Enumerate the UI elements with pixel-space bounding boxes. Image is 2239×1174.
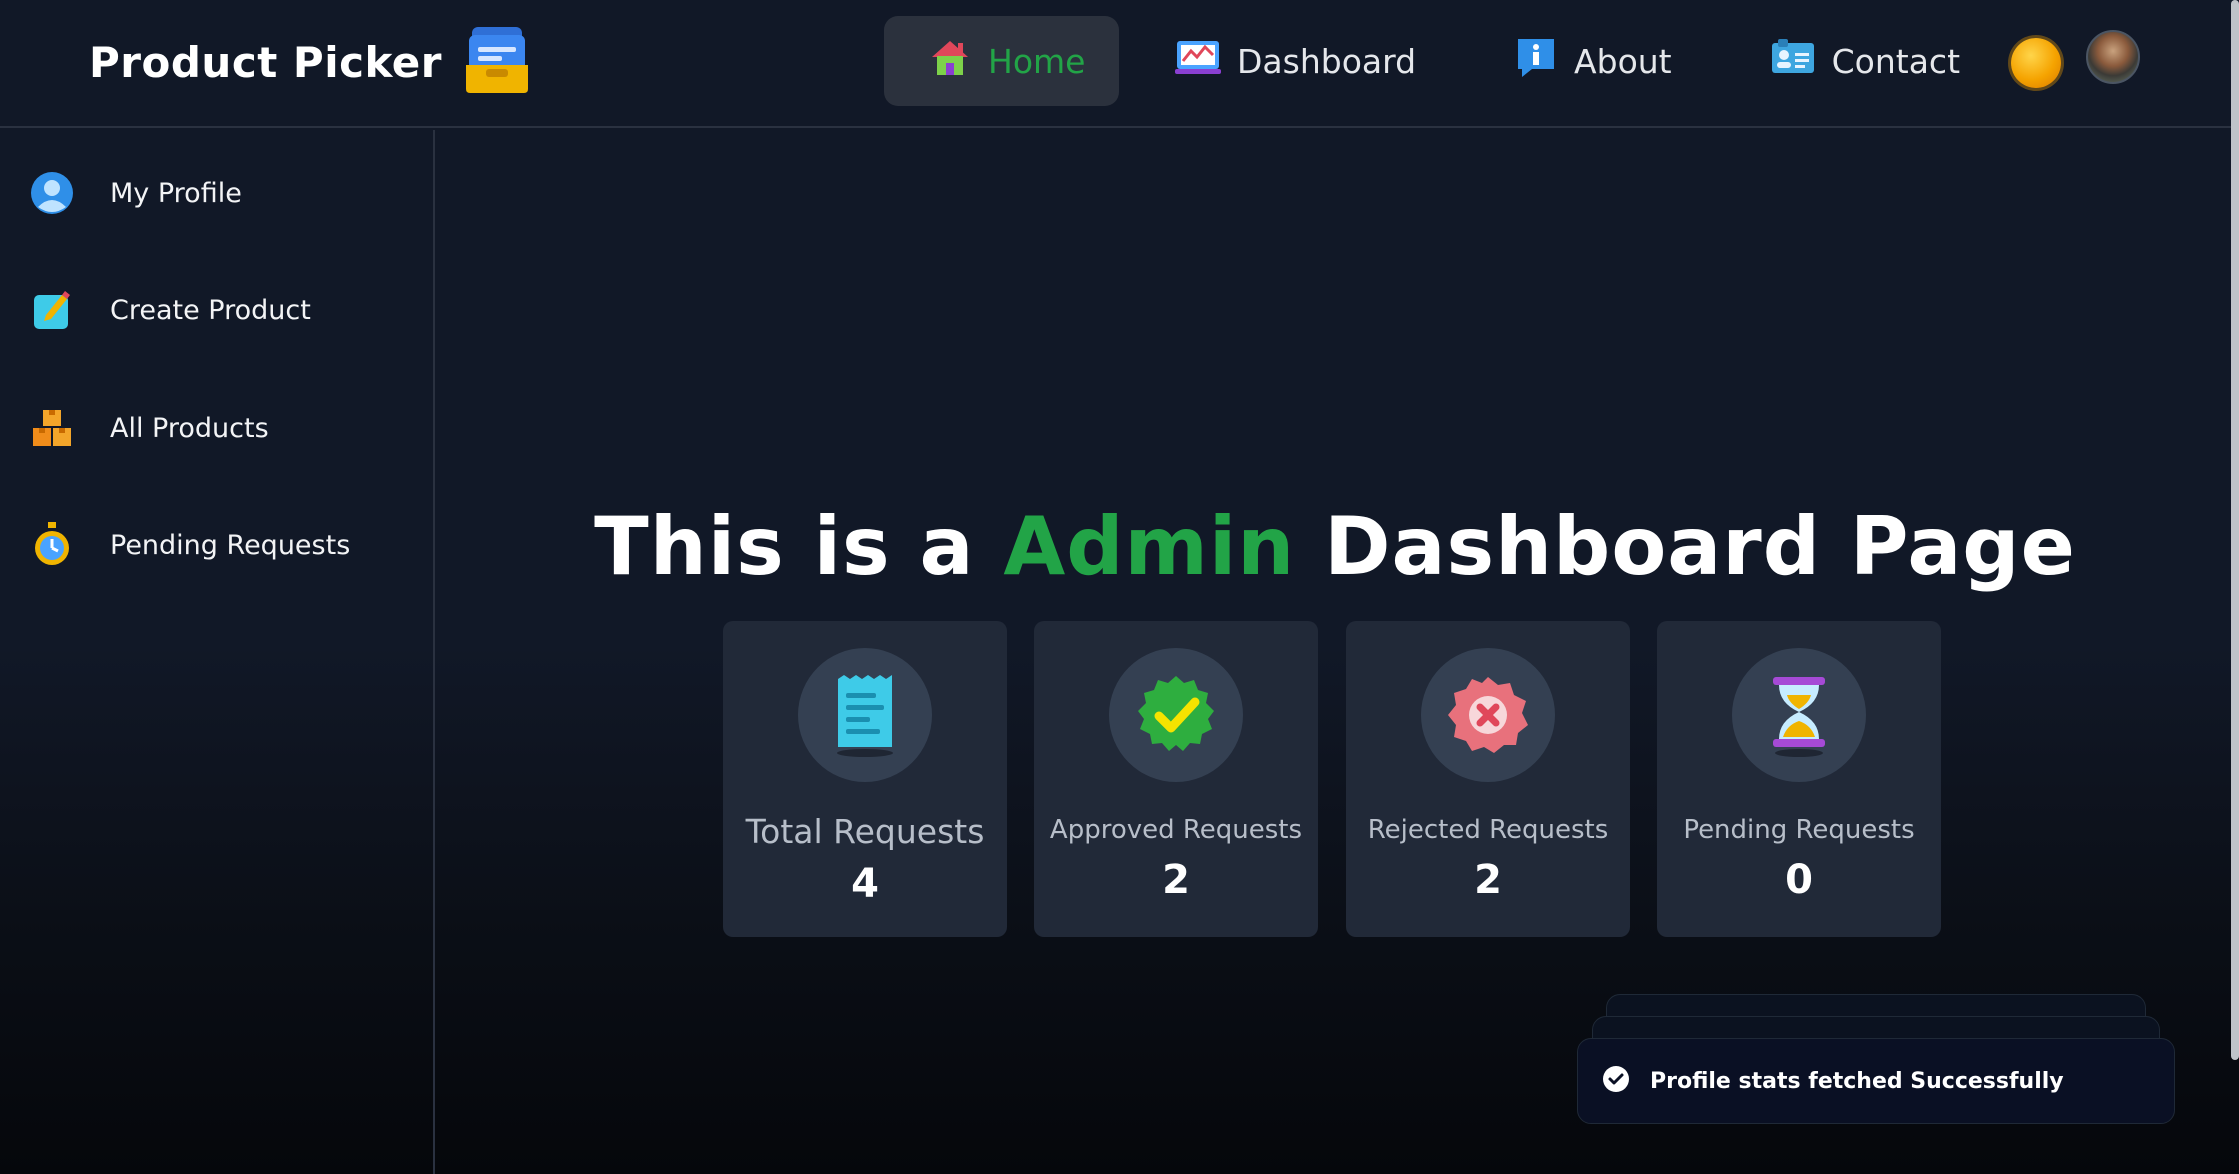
card-label: Pending Requests: [1683, 815, 1915, 845]
stat-card-total-requests: Total Requests 4: [723, 621, 1007, 937]
page-title-prefix: This is a: [594, 500, 1004, 593]
page-title-accent: Admin: [1003, 500, 1296, 593]
page-scrollbar[interactable]: [2231, 0, 2239, 1060]
info-icon: [1514, 35, 1558, 87]
house-icon: [928, 35, 972, 87]
user-icon: [30, 171, 74, 215]
card-file-box-icon: [464, 25, 530, 99]
card-value: 0: [1785, 857, 1813, 903]
main-nav: Home Dashboard About Contact: [884, 16, 2002, 106]
memo-icon: [30, 288, 74, 332]
page-title: This is a Admin Dashboard Page: [436, 500, 2234, 593]
sidebar-item-create-product[interactable]: Create Product: [30, 288, 311, 332]
check-badge-icon: [1109, 648, 1243, 782]
nav-contact[interactable]: Contact: [1726, 16, 2002, 106]
brand[interactable]: Product Picker: [89, 22, 530, 102]
card-label: Total Requests: [745, 812, 985, 851]
card-label: Approved Requests: [1049, 815, 1303, 845]
sidebar-item-my-profile[interactable]: My Profile: [30, 171, 242, 215]
stat-card-approved-requests: Approved Requests 2: [1034, 621, 1318, 937]
nav-contact-label: Contact: [1831, 41, 1961, 81]
boxes-icon: [30, 406, 74, 450]
nav-about[interactable]: About: [1470, 16, 1714, 106]
sidebar-item-label: All Products: [110, 412, 269, 444]
stat-card-rejected-requests: Rejected Requests 2: [1346, 621, 1630, 937]
nav-home-label: Home: [988, 41, 1086, 81]
sidebar-item-label: Create Product: [110, 294, 311, 326]
page-title-suffix: Dashboard Page: [1295, 500, 2076, 593]
app-root: Product Picker Home Dashboard About Cont…: [0, 0, 2239, 1174]
toast-notification[interactable]: Profile stats fetched Successfully: [1577, 1038, 2175, 1124]
nav-dashboard[interactable]: Dashboard: [1131, 16, 1458, 106]
sun-icon[interactable]: [2011, 38, 2061, 88]
nav-dashboard-label: Dashboard: [1237, 41, 1417, 81]
contact-card-icon: [1770, 37, 1816, 85]
toast-message: Profile stats fetched Successfully: [1650, 1068, 2064, 1094]
stat-card-pending-requests: Pending Requests 0: [1657, 621, 1941, 937]
hourglass-icon: [1732, 648, 1866, 782]
chart-icon: [1175, 37, 1221, 85]
card-value: 2: [1162, 857, 1190, 903]
card-value: 4: [851, 861, 879, 907]
sidebar-item-label: Pending Requests: [110, 529, 351, 561]
card-value: 2: [1474, 857, 1502, 903]
sidebar-item-all-products[interactable]: All Products: [30, 406, 269, 450]
sidebar-item-pending-requests[interactable]: Pending Requests: [30, 522, 351, 567]
user-avatar[interactable]: [2086, 30, 2140, 84]
cross-badge-icon: [1421, 648, 1555, 782]
nav-about-label: About: [1574, 41, 1672, 81]
receipt-icon: [798, 648, 932, 782]
card-label: Rejected Requests: [1367, 815, 1609, 845]
nav-home[interactable]: Home: [884, 16, 1119, 106]
sidebar-item-label: My Profile: [110, 177, 242, 209]
top-navbar: Product Picker Home Dashboard About Cont…: [0, 0, 2234, 128]
stopwatch-icon: [30, 522, 74, 567]
brand-title: Product Picker: [89, 37, 442, 87]
check-circle-icon: [1602, 1065, 1630, 1097]
sidebar: My Profile Create Product All Products P…: [0, 130, 435, 1174]
